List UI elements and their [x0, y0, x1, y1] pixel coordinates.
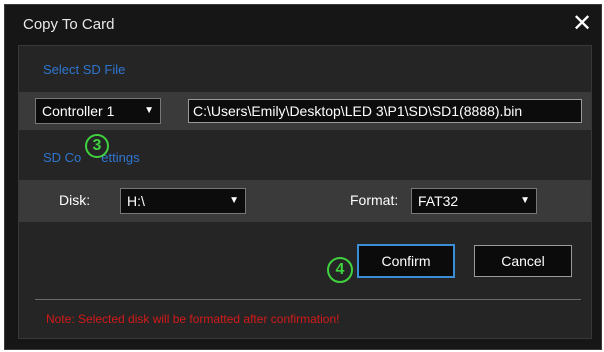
- controller-select[interactable]: Controller 1 ▼: [35, 98, 161, 124]
- title-bar: Copy To Card ✕: [5, 5, 601, 43]
- format-select-value: FAT32: [418, 193, 459, 209]
- step-3-marker: 3: [85, 134, 109, 158]
- copy-settings-row: Disk: H:\ ▼ Format: FAT32 ▼: [19, 180, 591, 222]
- format-select[interactable]: FAT32 ▼: [411, 188, 537, 214]
- controller-select-value: Controller 1: [42, 103, 115, 119]
- step-4-marker: 4: [327, 257, 353, 283]
- format-label: Format:: [350, 192, 399, 208]
- copy-to-card-dialog: Copy To Card ✕ Select SD File Controller…: [4, 4, 602, 350]
- sd-file-row: Controller 1 ▼ C:\Users\Emily\Desktop\LE…: [19, 92, 591, 130]
- disk-select[interactable]: H:\ ▼: [120, 188, 246, 214]
- chevron-down-icon: ▼: [520, 195, 530, 206]
- sd-file-path-input[interactable]: C:\Users\Emily\Desktop\LED 3\P1\SD\SD1(8…: [188, 99, 582, 123]
- divider: [35, 299, 581, 300]
- select-sd-file-label: Select SD File: [43, 62, 126, 77]
- sd-copy-settings-label-start: SD Co: [43, 150, 82, 165]
- confirm-button[interactable]: Confirm: [357, 244, 455, 278]
- chevron-down-icon: ▼: [144, 105, 154, 116]
- dialog-content: Select SD File Controller 1 ▼ C:\Users\E…: [18, 45, 592, 339]
- close-icon[interactable]: ✕: [569, 11, 595, 37]
- disk-label: Disk:: [59, 192, 91, 208]
- format-warning-note: Note: Selected disk will be formatted af…: [46, 312, 340, 326]
- cancel-button[interactable]: Cancel: [474, 245, 572, 277]
- dialog-title: Copy To Card: [23, 16, 115, 33]
- chevron-down-icon: ▼: [229, 195, 239, 206]
- disk-select-value: H:\: [127, 193, 145, 209]
